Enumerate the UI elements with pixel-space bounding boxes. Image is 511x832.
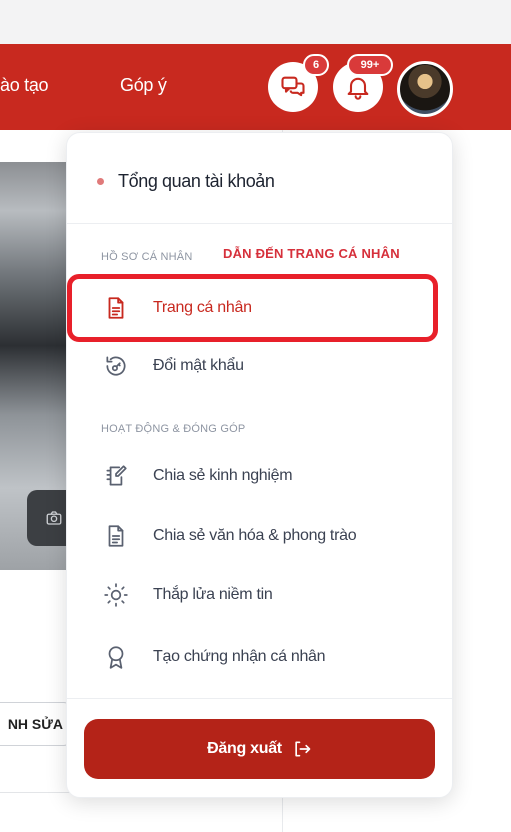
bell-icon xyxy=(347,77,369,100)
section-label-activity: HOẠT ĐỘNG & ĐÓNG GÓP xyxy=(101,423,246,435)
menu-item-share-culture-label: Chia sẻ văn hóa & phong trào xyxy=(153,527,357,544)
account-overview-link[interactable]: Tổng quan tài khoản xyxy=(97,171,275,192)
annotation-label: DẪN ĐẾN TRANG CÁ NHÂN xyxy=(223,246,400,261)
award-ribbon-icon xyxy=(108,646,124,669)
menu-divider xyxy=(67,223,452,224)
message-count-badge: 6 xyxy=(303,54,329,76)
menu-item-light-faith[interactable]: Thắp lửa niềm tin xyxy=(103,578,273,612)
menu-divider xyxy=(67,698,452,699)
menu-item-share-experience-label: Chia sẻ kinh nghiệm xyxy=(153,467,293,484)
sun-icon xyxy=(104,583,128,607)
account-overview-label: Tổng quan tài khoản xyxy=(118,171,275,191)
edit-profile-label: NH SỬA xyxy=(7,716,63,732)
notification-count-badge: 99+ xyxy=(347,54,393,76)
logout-button[interactable]: Đăng xuất xyxy=(84,719,435,779)
user-avatar[interactable] xyxy=(397,61,453,117)
menu-item-share-culture[interactable]: Chia sẻ văn hóa & phong trào xyxy=(103,519,357,553)
account-dropdown-menu: Tổng quan tài khoản HỒ SƠ CÁ NHÂN DẪN ĐẾ… xyxy=(66,132,453,798)
logout-arrow-icon xyxy=(295,741,311,757)
menu-item-light-faith-label: Thắp lửa niềm tin xyxy=(153,586,273,603)
chat-bubbles-icon xyxy=(281,76,305,97)
top-navigation-bar: ào tạo Góp ý 6 99+ xyxy=(0,44,511,130)
menu-item-change-password-label: Đổi mật khẩu xyxy=(153,357,244,374)
camera-icon xyxy=(46,511,62,525)
document-icon xyxy=(108,525,124,547)
edit-profile-button[interactable]: NH SỬA xyxy=(0,702,70,746)
menu-item-share-experience[interactable]: Chia sẻ kinh nghiệm xyxy=(103,459,293,493)
menu-item-certificate[interactable]: Tạo chứng nhận cá nhân xyxy=(103,640,326,674)
nav-link-training[interactable]: ào tạo xyxy=(0,75,49,96)
reset-key-icon xyxy=(106,356,126,376)
notebook-pen-icon xyxy=(106,465,127,486)
logout-label: Đăng xuất xyxy=(207,740,282,757)
nav-link-feedback[interactable]: Góp ý xyxy=(120,75,167,96)
menu-item-certificate-label: Tạo chứng nhận cá nhân xyxy=(153,648,326,665)
top-bar-background xyxy=(0,0,511,44)
bullet-dot xyxy=(97,178,104,185)
section-label-profile: HỒ SƠ CÁ NHÂN xyxy=(101,251,193,263)
highlight-box xyxy=(67,274,438,342)
menu-item-change-password[interactable]: Đổi mật khẩu xyxy=(103,349,244,383)
